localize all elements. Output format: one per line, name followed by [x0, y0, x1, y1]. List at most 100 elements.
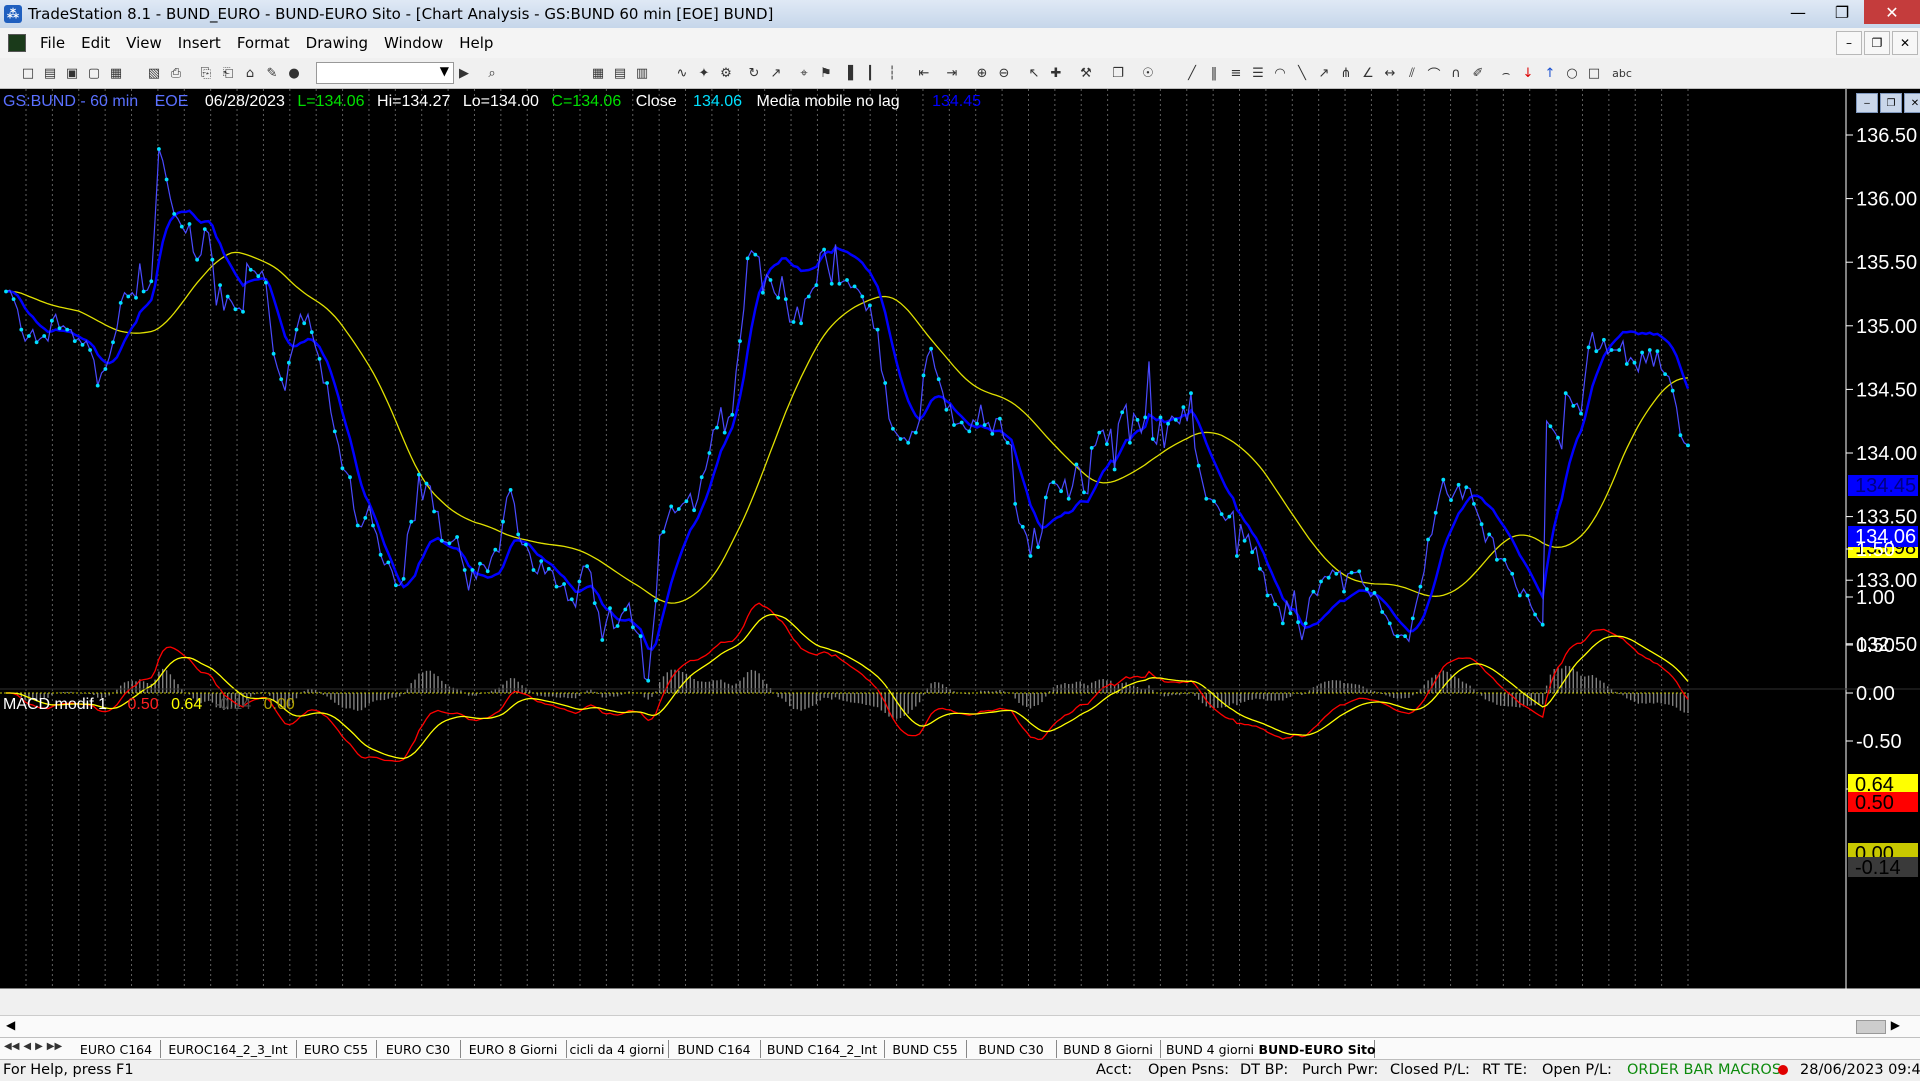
parallel-icon[interactable]: ⫽ — [1404, 65, 1420, 81]
gear-icon[interactable]: ⚙ — [718, 65, 734, 81]
range-icon[interactable]: ↔ — [1382, 65, 1398, 81]
next-tab-icon[interactable]: ▶ — [35, 1041, 43, 1052]
table-icon[interactable]: ▤ — [612, 65, 628, 81]
oscillator-icon[interactable]: ┆ — [884, 65, 900, 81]
chart-minimize-icon[interactable]: – — [1856, 93, 1878, 113]
lock-icon[interactable]: ⌂ — [242, 65, 258, 81]
tab-euro-8-giorni[interactable]: EURO 8 Giorni — [460, 1040, 567, 1058]
tab-bund-c55[interactable]: BUND C55 — [884, 1040, 967, 1058]
wave-icon[interactable]: ∿ — [674, 65, 690, 81]
tab-cicli-da-4-giorni[interactable]: cicli da 4 giorni — [566, 1040, 669, 1058]
signal-icon[interactable]: ↗ — [768, 65, 784, 81]
new-icon[interactable]: □ — [20, 65, 36, 81]
crosshair-icon[interactable]: ✚ — [1048, 65, 1064, 81]
tab-bund-c164[interactable]: BUND C164 — [668, 1040, 761, 1058]
first-tab-icon[interactable]: ◀◀ — [4, 1041, 19, 1052]
tab-bund-c30[interactable]: BUND C30 — [966, 1040, 1057, 1058]
print-icon[interactable]: ⎙ — [168, 65, 184, 81]
menu-view[interactable]: View — [118, 34, 170, 52]
tab-euro-c30[interactable]: EURO C30 — [376, 1040, 461, 1058]
prev-tab-icon[interactable]: ◀ — [23, 1041, 31, 1052]
pen-icon[interactable]: ✐ — [1470, 65, 1486, 81]
horizontal-lines-icon[interactable]: ≡ — [1228, 65, 1244, 81]
horizontal-scrollbar[interactable]: ◀ ▶ — [0, 1015, 1920, 1038]
menu-insert[interactable]: Insert — [170, 34, 229, 52]
folder-icon[interactable]: ▦ — [108, 65, 124, 81]
tab-bund-c164-2-int[interactable]: BUND C164_2_Int — [760, 1040, 885, 1058]
chart-lookup-icon[interactable]: ⌕ — [484, 65, 500, 81]
color-icon[interactable]: ● — [286, 65, 302, 81]
chart-analysis-window[interactable]: 136.50 136.00 135.50 135.00 134.50 134.00 133.… — [0, 89, 1920, 989]
fan-icon[interactable]: ∩ — [1448, 65, 1464, 81]
grid-icon[interactable]: ▦ — [590, 65, 606, 81]
trendline-icon[interactable]: ╱ — [1184, 65, 1200, 81]
mdi-restore-icon[interactable]: ❐ — [1864, 31, 1890, 55]
open-workspace-icon[interactable]: ▣ — [64, 65, 80, 81]
pointer-icon[interactable]: ↖ — [1026, 65, 1042, 81]
tab-euro-c55[interactable]: EURO C55 — [296, 1040, 377, 1058]
expand-icon[interactable]: ⇥ — [944, 65, 960, 81]
compress-icon[interactable]: ⇤ — [916, 65, 932, 81]
arrow-up-icon[interactable]: ↑ — [1542, 65, 1558, 81]
text-tool-icon[interactable]: abc — [1610, 65, 1634, 81]
tools-icon[interactable]: ⚒ — [1078, 65, 1094, 81]
cycle-icon[interactable]: ☉ — [1140, 65, 1156, 81]
fib-icon[interactable]: ╲ — [1294, 65, 1310, 81]
save-icon[interactable]: ▧ — [146, 65, 162, 81]
open-icon[interactable]: ▤ — [42, 65, 58, 81]
scroll-right-icon[interactable]: ▶ — [1891, 1018, 1900, 1032]
zoom-in-icon[interactable]: ⊕ — [974, 65, 990, 81]
paste-icon[interactable]: ⎗ — [220, 65, 236, 81]
tab-euroc164-2-3-int[interactable]: EUROC164_2_3_Int — [160, 1040, 297, 1058]
copy-icon[interactable]: ⎘ — [198, 65, 214, 81]
minimize-icon[interactable]: — — [1776, 0, 1820, 24]
symbol-selector[interactable]: ▼ — [316, 62, 454, 84]
gann-icon[interactable]: ∠ — [1360, 65, 1376, 81]
menu-help[interactable]: Help — [451, 34, 501, 52]
maximize-icon[interactable]: ❐ — [1820, 0, 1864, 24]
brush-icon[interactable]: ✎ — [264, 65, 280, 81]
tab-bund-8-giorni[interactable]: BUND 8 Giorni — [1056, 1040, 1161, 1058]
mdi-minimize-icon[interactable]: – — [1836, 31, 1862, 55]
order-bar-macros[interactable]: ORDER BAR MACROS — [1627, 1062, 1781, 1078]
chart-canvas[interactable]: 136.50136.00135.50135.00134.50134.00133.… — [0, 89, 1920, 989]
channel-icon[interactable]: ☰ — [1250, 65, 1266, 81]
close-icon[interactable]: ✕ — [1864, 0, 1920, 24]
sheet-icon[interactable]: ▥ — [634, 65, 650, 81]
freehand-icon[interactable]: ⌢ — [1498, 65, 1514, 81]
speed-lines-icon[interactable]: ↗ — [1316, 65, 1332, 81]
chart-window-icon[interactable] — [8, 34, 26, 52]
scroll-left-icon[interactable]: ◀ — [6, 1018, 15, 1032]
chart-restore-icon[interactable]: ❐ — [1880, 93, 1902, 113]
strategy-icon[interactable]: ⚑ — [818, 65, 834, 81]
tab-bund-euro-sito[interactable]: BUND-EURO Sito — [1258, 1040, 1376, 1058]
ellipse-icon[interactable]: ○ — [1564, 65, 1580, 81]
scroll-thumb[interactable] — [1856, 1020, 1886, 1034]
rectangle-icon[interactable]: □ — [1586, 65, 1602, 81]
andrews-icon[interactable]: ⋔ — [1338, 65, 1354, 81]
menu-window[interactable]: Window — [376, 34, 451, 52]
menu-file[interactable]: File — [32, 34, 73, 52]
menu-format[interactable]: Format — [229, 34, 298, 52]
last-tab-icon[interactable]: ▶▶ — [47, 1041, 62, 1052]
menu-edit[interactable]: Edit — [73, 34, 118, 52]
new-window-icon[interactable]: ▢ — [86, 65, 102, 81]
menu-drawing[interactable]: Drawing — [298, 34, 376, 52]
arrange-icon[interactable]: ❐ — [1110, 65, 1126, 81]
zoom-out-icon[interactable]: ⊖ — [996, 65, 1012, 81]
candle-icon[interactable]: ┃ — [862, 65, 878, 81]
tab-bund-4-giorni[interactable]: BUND 4 giorni — [1160, 1040, 1261, 1058]
vertical-lines-icon[interactable]: ‖ — [1206, 65, 1222, 81]
bar-chart-icon[interactable]: ▐ — [840, 65, 856, 81]
mdi-close-icon[interactable]: ✕ — [1892, 31, 1918, 55]
macd-tick-label: -0.50 — [1856, 731, 1902, 753]
tab-euro-c164[interactable]: EURO C164 — [72, 1040, 161, 1058]
spark-icon[interactable]: ✦ — [696, 65, 712, 81]
go-arrow-icon[interactable]: ▶ — [456, 65, 472, 81]
scanner-icon[interactable]: ⌖ — [796, 65, 812, 81]
chart-close-icon[interactable]: ✕ — [1904, 93, 1920, 113]
refresh-icon[interactable]: ↻ — [746, 65, 762, 81]
fib-arc-icon[interactable]: ⌒ — [1426, 65, 1442, 83]
arrow-down-icon[interactable]: ↓ — [1520, 65, 1536, 81]
arc-icon[interactable]: ◠ — [1272, 65, 1288, 81]
